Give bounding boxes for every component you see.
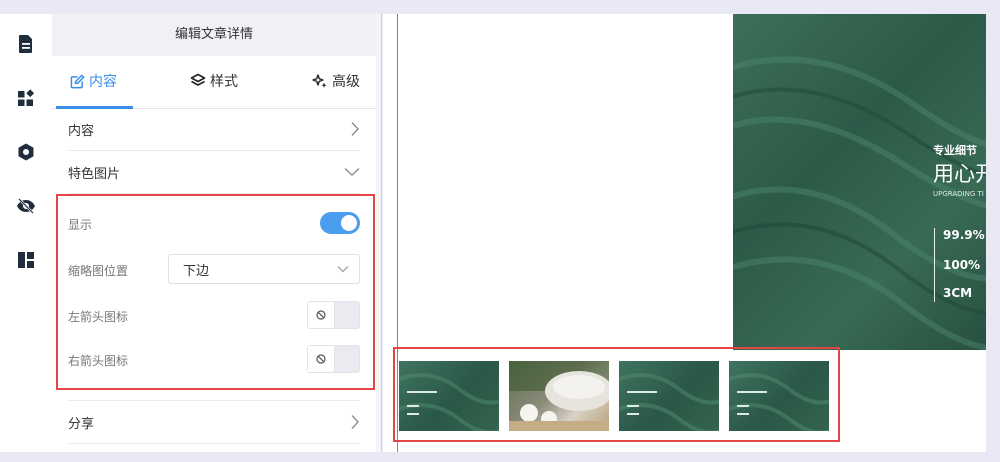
tab-advanced-label: 高级 [332,74,360,90]
section-featured-image[interactable]: 特色图片 [68,151,360,194]
hero-stat-rule [934,228,935,302]
chevron-down-icon [344,167,360,176]
widgets-icon[interactable] [16,88,36,108]
section-content[interactable]: 内容 [68,108,360,151]
featured-image: 专业细节 用心开 UPGRADING TI 99.9% 100% 3CM [733,14,986,350]
hexagon-icon[interactable] [16,142,36,162]
chevron-right-icon [351,415,359,429]
section-share[interactable]: 分享 [68,400,360,444]
layout-icon[interactable] [16,250,36,270]
thumbnails-highlight [393,347,840,442]
panel-divider [381,14,382,452]
hero-text-1: 专业细节 [933,144,977,157]
chevron-right-icon [351,122,359,136]
hero-text-3: UPGRADING TI [933,190,984,198]
hero-stat-1: 99.9% [943,228,985,242]
panel-tabs: 内容 样式 高级 [52,56,376,109]
hero-text-2: 用心开 [933,162,986,186]
document-icon[interactable] [16,34,36,54]
hero-stat-3: 3CM [943,286,973,300]
edit-icon [70,73,85,88]
panel-title: 编辑文章详情 [52,14,376,56]
layers-icon [190,73,206,86]
tab-advanced[interactable]: 高级 [312,56,360,106]
tab-content[interactable]: 内容 [70,56,117,106]
hero-stat-2: 100% [943,258,981,272]
tab-style[interactable]: 样式 [190,56,238,106]
section-content-label: 内容 [68,123,95,139]
tab-content-label: 内容 [89,74,117,90]
section-featured-image-label: 特色图片 [68,166,121,182]
section-share-label: 分享 [68,416,95,432]
featured-settings-highlight [56,194,375,390]
icon-rail [0,14,52,452]
sparkle-icon [312,74,327,88]
eye-off-icon[interactable] [16,196,36,216]
tab-style-label: 样式 [210,74,238,90]
